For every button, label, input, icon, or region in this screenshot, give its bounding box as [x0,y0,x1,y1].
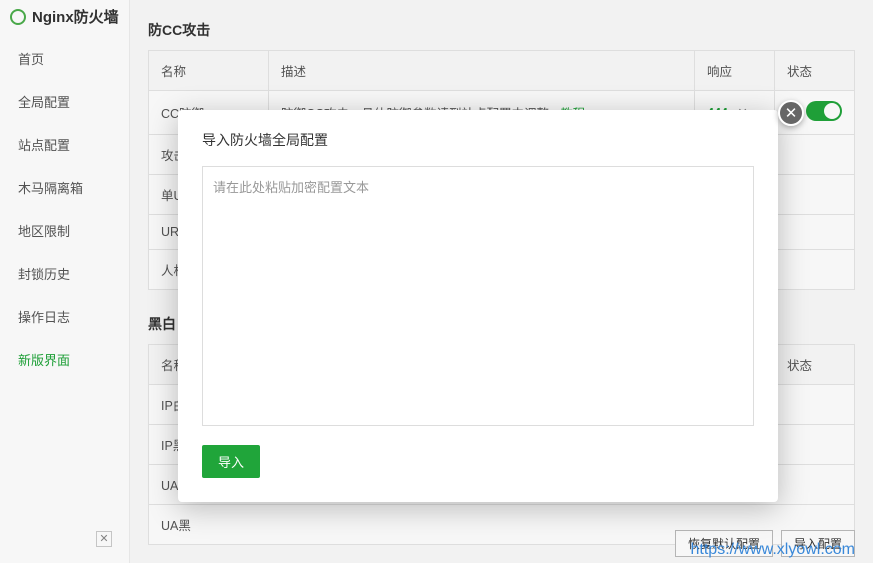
import-modal: ✕ 导入防火墙全局配置 导入 [178,110,778,502]
config-textarea[interactable] [202,166,754,426]
modal-title: 导入防火墙全局配置 [202,130,754,150]
close-icon[interactable]: ✕ [778,100,804,126]
import-submit-button[interactable]: 导入 [202,445,260,478]
